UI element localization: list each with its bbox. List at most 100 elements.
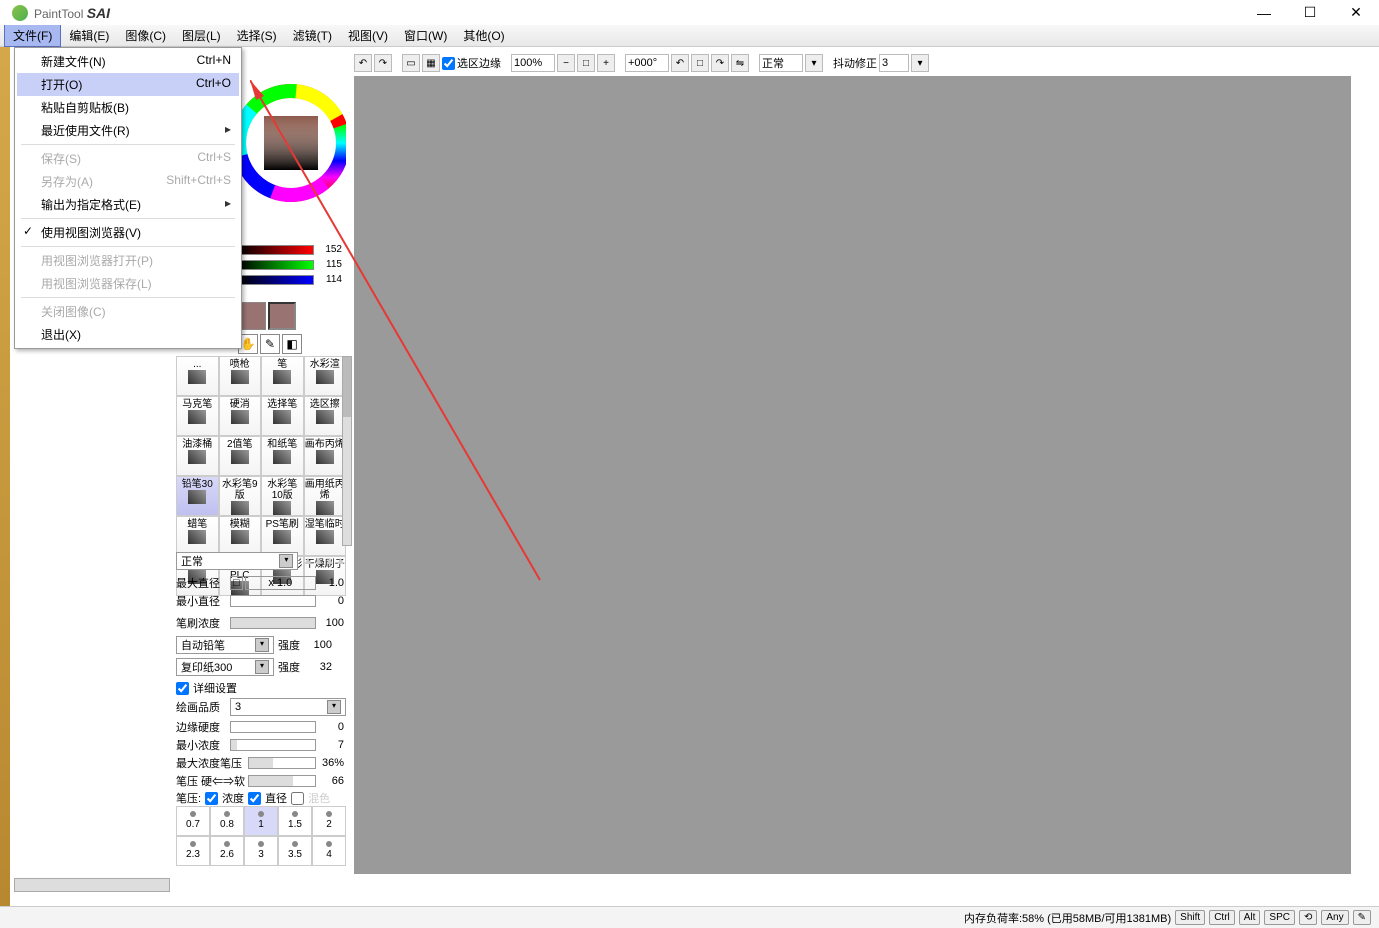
menu-open[interactable]: 打开(O)Ctrl+O [17,73,239,96]
brush-油漆桶[interactable]: 油漆桶 [176,436,219,476]
memory-status: 内存负荷率:58% (已用58MB/可用1381MB) [964,910,1171,926]
mode-dropdown-button[interactable]: ▾ [805,54,823,72]
minden-slider[interactable] [230,739,316,751]
stabilizer-label: 抖动修正 [833,55,877,71]
press-slider[interactable] [248,775,316,787]
undo-button[interactable]: ↶ [354,54,372,72]
menu-filter[interactable]: 滤镜(T) [285,25,340,46]
mode-input[interactable] [759,54,803,72]
brush-铅笔30[interactable]: 铅笔30 [176,476,219,516]
max-size-mult[interactable]: x 1.0 [245,576,316,590]
brush-画用纸丙烯[interactable]: 画用纸丙烯 [304,476,347,516]
press-density-checkbox[interactable] [205,792,218,805]
swatch-secondary[interactable] [268,302,296,330]
preset-2.3[interactable]: 2.3 [176,836,210,866]
menu-select[interactable]: 选择(S) [229,25,285,46]
brush-笔[interactable]: 笔 [261,356,304,396]
top-toolbar: ↶ ↷ ▭ ▦ 选区边缘 − □ + ↶ □ ↷ ⇋ ▾ 抖动修正 ▾ [354,52,929,74]
redo-button[interactable]: ↷ [374,54,392,72]
texture-select[interactable]: 复印纸300▾ [176,658,274,676]
stabilizer-dropdown-button[interactable]: ▾ [911,54,929,72]
brush-马克笔[interactable]: 马克笔 [176,396,219,436]
zoom-input[interactable] [511,54,555,72]
eyedropper-tool[interactable]: ✎ [260,334,280,354]
brush-湿笔临时[interactable]: 湿笔临时 [304,516,347,556]
color-wheel[interactable] [236,58,346,228]
b-slider[interactable] [238,275,314,285]
menu-view[interactable]: 视图(V) [340,25,396,46]
detail-label: 详细设置 [193,680,237,696]
preset-2[interactable]: 2 [312,806,346,836]
brush-PS笔刷[interactable]: PS笔刷 [261,516,304,556]
selection-edge-checkbox[interactable] [442,57,455,70]
preset-1.5[interactable]: 1.5 [278,806,312,836]
brush-模糊[interactable]: 模糊 [219,516,262,556]
brush-选择笔[interactable]: 选择笔 [261,396,304,436]
menu-window[interactable]: 窗口(W) [396,25,455,46]
brush-水彩渲[interactable]: 水彩渲 [304,356,347,396]
preset-3[interactable]: 3 [244,836,278,866]
brush-喷枪[interactable]: 喷枪 [219,356,262,396]
brush-scrollbar[interactable] [342,356,352,546]
preset-3.5[interactable]: 3.5 [278,836,312,866]
brush-...[interactable]: ... [176,356,219,396]
preset-0.7[interactable]: 0.7 [176,806,210,836]
stabilizer-input[interactable] [879,54,909,72]
layer-scrollbar[interactable] [14,878,170,892]
menu-export[interactable]: 输出为指定格式(E) [17,193,239,216]
max-size-toggle[interactable]: □ [230,576,243,590]
min-size-value: 0 [316,595,346,607]
eraser-tool[interactable]: ◧ [282,334,302,354]
rotate-ccw-button[interactable]: ↶ [671,54,689,72]
menu-recent-files[interactable]: 最近使用文件(R) [17,119,239,142]
brush-水彩笔10版[interactable]: 水彩笔10版 [261,476,304,516]
brush-和纸笔[interactable]: 和纸笔 [261,436,304,476]
zoom-reset-button[interactable]: □ [577,54,595,72]
menu-image[interactable]: 图像(C) [117,25,174,46]
menu-exit[interactable]: 退出(X) [17,323,239,346]
brush-蜡笔[interactable]: 蜡笔 [176,516,219,556]
rotate-cw-button[interactable]: ↷ [711,54,729,72]
angle-input[interactable] [625,54,669,72]
flip-button[interactable]: ⇋ [731,54,749,72]
preset-1[interactable]: 1 [244,806,278,836]
zoom-out-button[interactable]: − [557,54,575,72]
maximize-button[interactable]: ☐ [1287,0,1333,25]
menu-new-file[interactable]: 新建文件(N)Ctrl+N [17,50,239,73]
edge-slider[interactable] [230,721,316,733]
density-slider[interactable] [230,617,316,629]
g-slider[interactable] [238,260,314,270]
zoom-in-button[interactable]: + [597,54,615,72]
preset-2.6[interactable]: 2.6 [210,836,244,866]
menu-paste-clipboard[interactable]: 粘贴自剪贴板(B) [17,96,239,119]
menu-use-browser[interactable]: 使用视图浏览器(V) [17,221,239,244]
r-slider[interactable] [238,245,314,255]
menu-file[interactable]: 文件(F) [4,24,61,47]
canvas[interactable] [354,76,1351,874]
rotate-reset-button[interactable]: □ [691,54,709,72]
brush-选区擦[interactable]: 选区擦 [304,396,347,436]
blend-mode-select[interactable]: 正常▾ [176,552,298,570]
invert-button[interactable]: ▦ [422,54,440,72]
brush-硬消[interactable]: 硬消 [219,396,262,436]
minimize-button[interactable]: — [1241,0,1287,25]
min-size-slider[interactable] [230,595,316,607]
close-button[interactable]: ✕ [1333,0,1379,25]
preset-4[interactable]: 4 [312,836,346,866]
menu-edit[interactable]: 编辑(E) [61,25,117,46]
press-diameter-checkbox[interactable] [248,792,261,805]
size-presets: 0.70.811.52 2.32.633.54 [176,806,346,866]
swatch-primary[interactable] [238,302,266,330]
press-blend-checkbox[interactable] [291,792,304,805]
detail-checkbox[interactable] [176,682,189,695]
brush-水彩笔9版[interactable]: 水彩笔9版 [219,476,262,516]
brush-画布丙烯[interactable]: 画布丙烯 [304,436,347,476]
menu-layer[interactable]: 图层(L) [174,25,229,46]
shape-select[interactable]: 自动铅笔▾ [176,636,274,654]
maxden-slider[interactable] [248,757,316,769]
preset-0.8[interactable]: 0.8 [210,806,244,836]
menu-other[interactable]: 其他(O) [455,25,512,46]
brush-2值笔[interactable]: 2值笔 [219,436,262,476]
quality-select[interactable]: 3▾ [230,698,346,716]
deselect-button[interactable]: ▭ [402,54,420,72]
